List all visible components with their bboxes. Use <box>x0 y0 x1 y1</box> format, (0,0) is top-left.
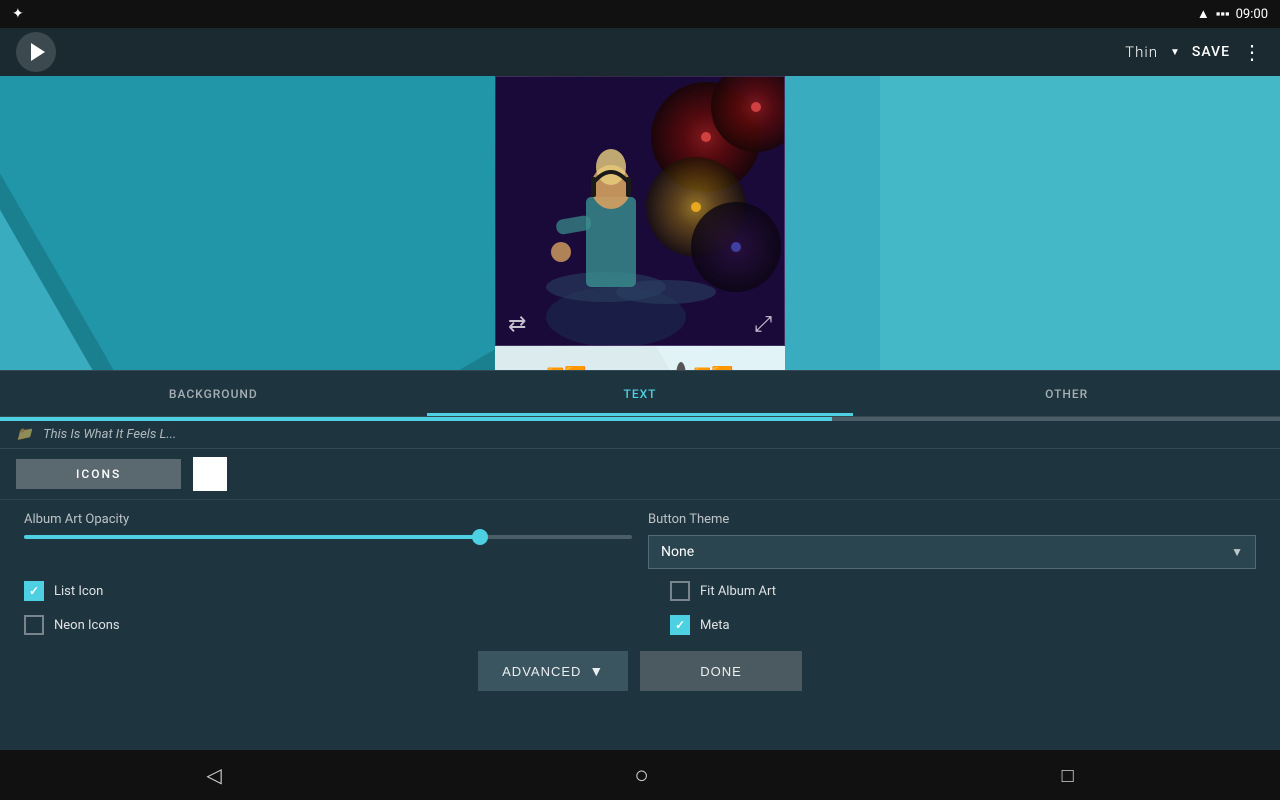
album-art-opacity-setting: Album Art Opacity <box>24 512 632 569</box>
song-bar: 📁 This Is What It Feels L... <box>0 421 1280 449</box>
tab-background[interactable]: BACKGROUND <box>0 371 427 416</box>
icons-label[interactable]: ICONS <box>16 459 181 489</box>
settings-grid: Album Art Opacity Button Theme None ▼ <box>0 500 1280 581</box>
battery-icon: ▪▪▪ <box>1216 6 1230 22</box>
bottom-panel: BACKGROUND TEXT OTHER 📁 This Is What It … <box>0 370 1280 750</box>
button-theme-label: Button Theme <box>648 512 1256 527</box>
status-bar: ✦ ▲ ▪▪▪ 09:00 <box>0 0 1280 28</box>
time-display: 09:00 <box>1236 7 1268 22</box>
color-swatch[interactable] <box>193 457 227 491</box>
more-options-icon[interactable]: ⋮ <box>1242 40 1264 64</box>
advanced-chevron-icon: ▼ <box>589 663 604 679</box>
recents-button[interactable]: □ <box>1054 755 1082 796</box>
album-art-content: ⇄ ⤢ <box>496 77 784 345</box>
neon-icons-checkbox[interactable] <box>24 615 44 635</box>
folder-icon: 📁 <box>16 427 32 442</box>
meta-checkbox-row[interactable]: Meta <box>670 615 1256 635</box>
fit-album-art-checkbox[interactable] <box>670 581 690 601</box>
toolbar-right: Thin ▼ SAVE ⋮ <box>1125 40 1264 64</box>
album-art-opacity-label: Album Art Opacity <box>24 512 632 527</box>
android-icon: ✦ <box>12 6 24 22</box>
tab-other[interactable]: OTHER <box>853 371 1280 416</box>
album-art-opacity-slider[interactable] <box>24 535 632 539</box>
fit-album-art-label: Fit Album Art <box>700 584 776 599</box>
neon-icons-checkbox-row[interactable]: Neon Icons <box>24 615 610 635</box>
fit-album-art-checkbox-row[interactable]: Fit Album Art <box>670 581 1256 601</box>
home-button[interactable]: ○ <box>626 753 657 798</box>
album-art-svg <box>496 77 785 346</box>
tab-indicator <box>427 413 854 416</box>
shuffle-icon[interactable]: ⇄ <box>508 312 526 337</box>
album-overlay-icons: ⇄ ⤢ <box>496 312 784 337</box>
tab-text[interactable]: TEXT <box>427 371 854 416</box>
advanced-button[interactable]: ADVANCED ▼ <box>478 651 628 691</box>
font-dropdown-icon[interactable]: ▼ <box>1170 47 1180 58</box>
slider-fill <box>24 535 480 539</box>
wifi-icon: ▲ <box>1197 6 1210 22</box>
back-button[interactable]: ◁ <box>198 755 229 795</box>
list-icon-checkbox[interactable] <box>24 581 44 601</box>
checkboxes-section: List Icon Fit Album Art Neon Icons Meta <box>0 581 1280 635</box>
button-theme-value: None <box>661 544 694 560</box>
nav-bar: ◁ ○ □ <box>0 750 1280 800</box>
save-button[interactable]: SAVE <box>1192 44 1230 60</box>
dropdown-arrow-icon: ▼ <box>1231 545 1243 559</box>
font-style-label: Thin <box>1125 43 1158 61</box>
status-left: ✦ <box>12 6 24 22</box>
done-button[interactable]: DONE <box>640 651 802 691</box>
meta-checkbox[interactable] <box>670 615 690 635</box>
play-button[interactable] <box>16 32 56 72</box>
neon-icons-label: Neon Icons <box>54 618 120 633</box>
list-icon-checkbox-row[interactable]: List Icon <box>24 581 610 601</box>
icons-row: ICONS <box>0 449 1280 500</box>
button-theme-dropdown[interactable]: None ▼ <box>648 535 1256 569</box>
toolbar: Thin ▼ SAVE ⋮ <box>0 28 1280 76</box>
button-theme-setting: Button Theme None ▼ <box>648 512 1256 569</box>
song-title: This Is What It Feels L... <box>43 427 176 442</box>
tab-bar: BACKGROUND TEXT OTHER <box>0 371 1280 417</box>
album-art: ⇄ ⤢ <box>495 76 785 346</box>
album-area: ⇄ ⤢ ⏮ ⏪ ⏩ ⏭ <box>495 76 785 406</box>
crossfade-icon[interactable]: ⤢ <box>754 312 772 337</box>
list-icon-label: List Icon <box>54 584 103 599</box>
slider-thumb[interactable] <box>472 529 488 545</box>
status-right: ▲ ▪▪▪ 09:00 <box>1197 6 1268 22</box>
meta-label: Meta <box>700 618 730 633</box>
bottom-buttons: ADVANCED ▼ DONE <box>0 635 1280 707</box>
